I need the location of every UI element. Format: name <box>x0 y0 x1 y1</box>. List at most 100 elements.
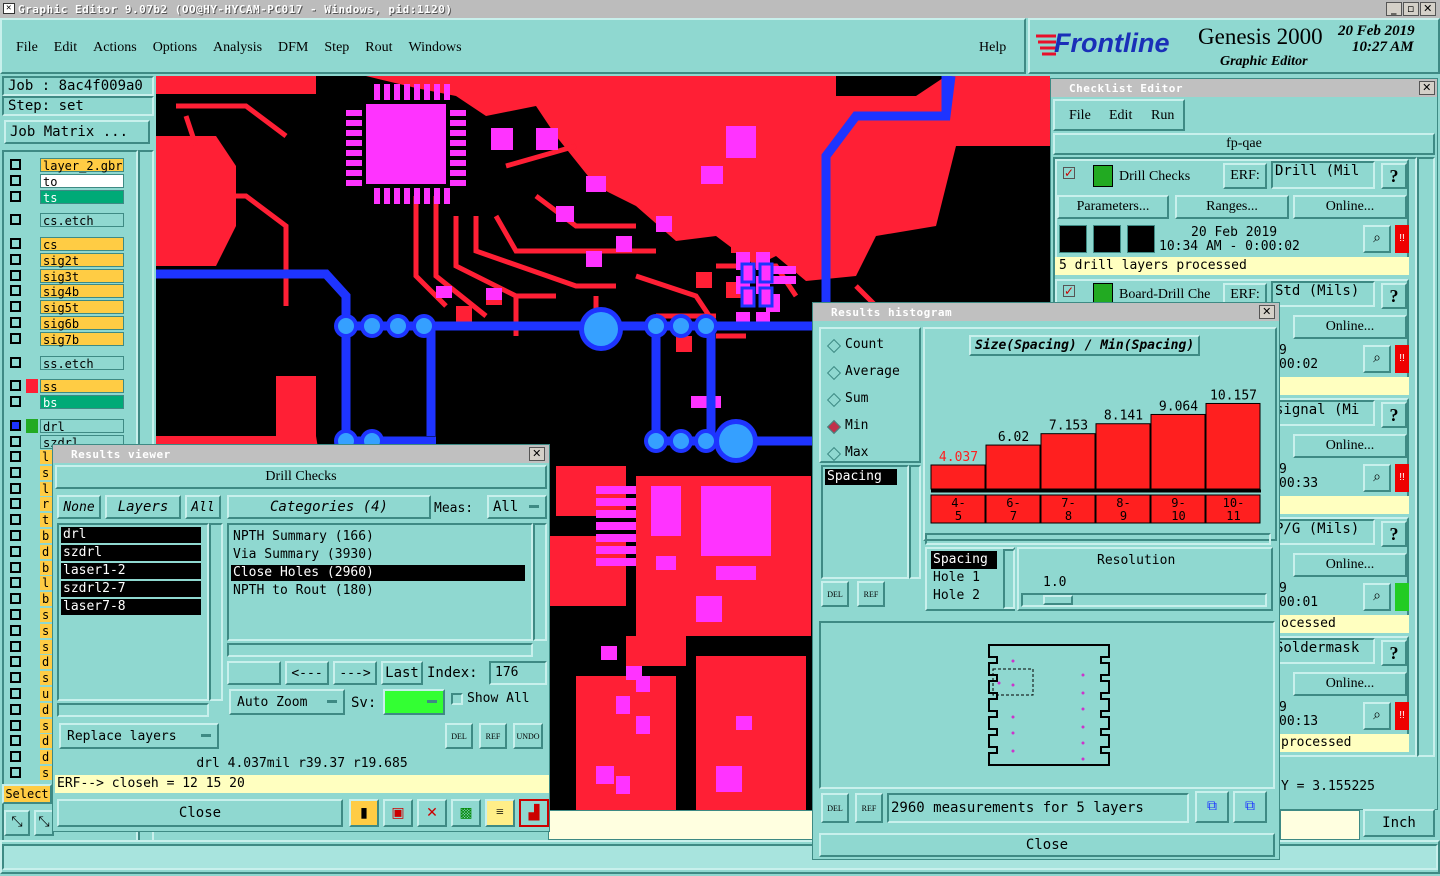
replace-layers-select[interactable]: Replace layers <box>59 723 219 749</box>
menu-edit[interactable]: Edit <box>54 40 77 56</box>
checklist-menu-file[interactable]: File <box>1069 108 1091 124</box>
layer-checkbox[interactable] <box>10 301 21 312</box>
layer-checkbox[interactable] <box>10 640 21 652</box>
layer-checkbox[interactable] <box>10 545 21 557</box>
checklist-menu-run[interactable]: Run <box>1151 108 1174 124</box>
nav-prev-button[interactable]: <--- <box>285 661 329 685</box>
layer-item[interactable]: layer_2.gbr <box>40 158 124 173</box>
main-title-bar[interactable]: ✕ Graphic Editor 9.07b2 (OO@HY-HYCAM-PC0… <box>0 0 1440 18</box>
sv-color-select[interactable] <box>383 689 445 715</box>
layer-checkbox[interactable] <box>10 703 21 715</box>
layer-checkbox[interactable] <box>10 436 21 447</box>
layer-checkbox[interactable] <box>10 238 21 249</box>
results-viewer-close-icon[interactable]: ✕ <box>529 447 545 461</box>
layer-checkbox[interactable] <box>10 451 21 462</box>
inch-button[interactable]: Inch <box>1363 809 1435 837</box>
layer-checkbox[interactable] <box>10 396 21 407</box>
layer-item[interactable]: sig3t <box>40 269 124 284</box>
mode-radio[interactable] <box>826 446 842 462</box>
close-window-button[interactable]: ✕ <box>1420 2 1436 16</box>
nav-first-button[interactable] <box>227 661 281 685</box>
nav-next-button[interactable]: ---> <box>333 661 377 685</box>
layer-color-swatch[interactable] <box>26 300 38 314</box>
run-icon-1[interactable] <box>1059 225 1087 253</box>
mode-label[interactable]: Max <box>845 445 868 460</box>
nav-last-button[interactable]: Last <box>381 661 423 685</box>
category-item[interactable]: NPTH Summary (166) <box>231 529 525 545</box>
mode-radio[interactable] <box>826 392 842 408</box>
layers-all-button[interactable]: All <box>185 495 221 519</box>
del-button[interactable]: DEL <box>445 723 473 749</box>
run-icon-3[interactable] <box>1127 225 1155 253</box>
layer-checkbox[interactable] <box>10 420 21 431</box>
online-button[interactable]: Online... <box>1293 315 1407 339</box>
row2-help-button[interactable]: ? <box>1381 283 1407 309</box>
layer-color-swatch[interactable] <box>26 435 38 449</box>
layer-checkbox[interactable] <box>10 577 21 589</box>
auto-zoom-select[interactable]: Auto Zoom <box>229 689 345 715</box>
zoom-results-button[interactable]: ⌕ <box>1363 345 1391 373</box>
mode-label[interactable]: Sum <box>845 391 868 406</box>
show-all-checkbox[interactable] <box>451 693 463 705</box>
ranges-button[interactable]: Ranges... <box>1175 195 1289 219</box>
layer-color-swatch[interactable] <box>26 213 38 227</box>
layer-color-swatch[interactable] <box>26 269 38 283</box>
histogram-field[interactable]: Hole 2 <box>931 587 1009 605</box>
select-button[interactable]: Select <box>2 784 52 804</box>
category-item[interactable]: Close Holes (2960) <box>231 565 525 581</box>
layer-checkbox[interactable] <box>10 159 21 170</box>
partial-help-button[interactable]: ? <box>1381 521 1407 547</box>
menu-rout[interactable]: Rout <box>365 40 392 56</box>
histogram-close-icon[interactable]: ✕ <box>1259 305 1275 319</box>
checklist-title-bar[interactable]: Checklist Editor ✕ <box>1051 79 1437 97</box>
menu-step[interactable]: Step <box>324 40 349 56</box>
layer-checkbox[interactable] <box>10 317 21 328</box>
result-layer-item[interactable]: laser7-8 <box>61 599 201 615</box>
menu-help[interactable]: Help <box>979 40 1006 56</box>
layer-checkbox[interactable] <box>10 191 21 202</box>
layer-checkbox[interactable] <box>10 270 21 281</box>
layer-checkbox[interactable] <box>10 656 21 668</box>
histogram-title-bar[interactable]: Results histogram ✕ <box>813 303 1279 321</box>
layer-color-swatch[interactable] <box>26 419 38 433</box>
row1-checkbox[interactable]: ✓ <box>1063 167 1075 179</box>
mode-label[interactable]: Min <box>845 418 868 433</box>
mode-radio[interactable] <box>826 338 842 354</box>
layer-item[interactable]: sig4b <box>40 284 124 299</box>
partial-help-button[interactable]: ? <box>1381 402 1407 428</box>
category-item[interactable]: NPTH to Rout (180) <box>231 583 525 599</box>
layer-color-swatch[interactable] <box>26 356 38 370</box>
menu-dfm[interactable]: DFM <box>278 40 308 56</box>
histogram-del-button[interactable]: DEL <box>821 581 849 607</box>
layers-none-button[interactable]: None <box>57 495 101 519</box>
layer-item[interactable]: bs <box>40 395 124 410</box>
checklist-menu-edit[interactable]: Edit <box>1109 108 1132 124</box>
online-button-1[interactable]: Online... <box>1293 195 1407 219</box>
layer-checkbox[interactable] <box>10 254 21 265</box>
layer-checkbox[interactable] <box>10 672 21 684</box>
tool-zoom-button[interactable]: ⤡ <box>34 810 54 836</box>
histogram-field[interactable]: Spacing <box>931 551 997 569</box>
layer-item[interactable]: sig7b <box>40 332 124 347</box>
results-viewer-close-button[interactable]: Close <box>57 799 343 827</box>
layer-item[interactable]: sig5t <box>40 300 124 315</box>
layer-item[interactable]: ts <box>40 190 124 205</box>
layer-checkbox[interactable] <box>10 767 21 778</box>
histogram-bar[interactable] <box>930 464 986 490</box>
field-select-scrollbar[interactable] <box>1003 549 1015 609</box>
clear-tool-icon[interactable]: ✕ <box>417 799 447 827</box>
index-input[interactable]: 176 <box>489 661 547 685</box>
layer-color-swatch[interactable] <box>26 395 38 409</box>
layer-item[interactable]: drl <box>40 419 124 434</box>
field-list-item[interactable]: Spacing <box>825 469 897 485</box>
histogram-bar[interactable] <box>1040 433 1096 490</box>
layer-results-scrollbar[interactable] <box>209 523 223 701</box>
checklist-scrollbar[interactable] <box>1417 157 1435 757</box>
row2-erf-value[interactable]: Std (Mils) <box>1271 281 1375 307</box>
histogram-bar[interactable] <box>1205 402 1261 490</box>
layer-item[interactable]: cs.etch <box>40 213 124 228</box>
layer-item[interactable]: ss.etch <box>40 356 124 371</box>
resolution-slider-thumb[interactable] <box>1043 595 1073 605</box>
category-scrollbar[interactable] <box>533 523 547 641</box>
run-icon-2[interactable] <box>1093 225 1121 253</box>
